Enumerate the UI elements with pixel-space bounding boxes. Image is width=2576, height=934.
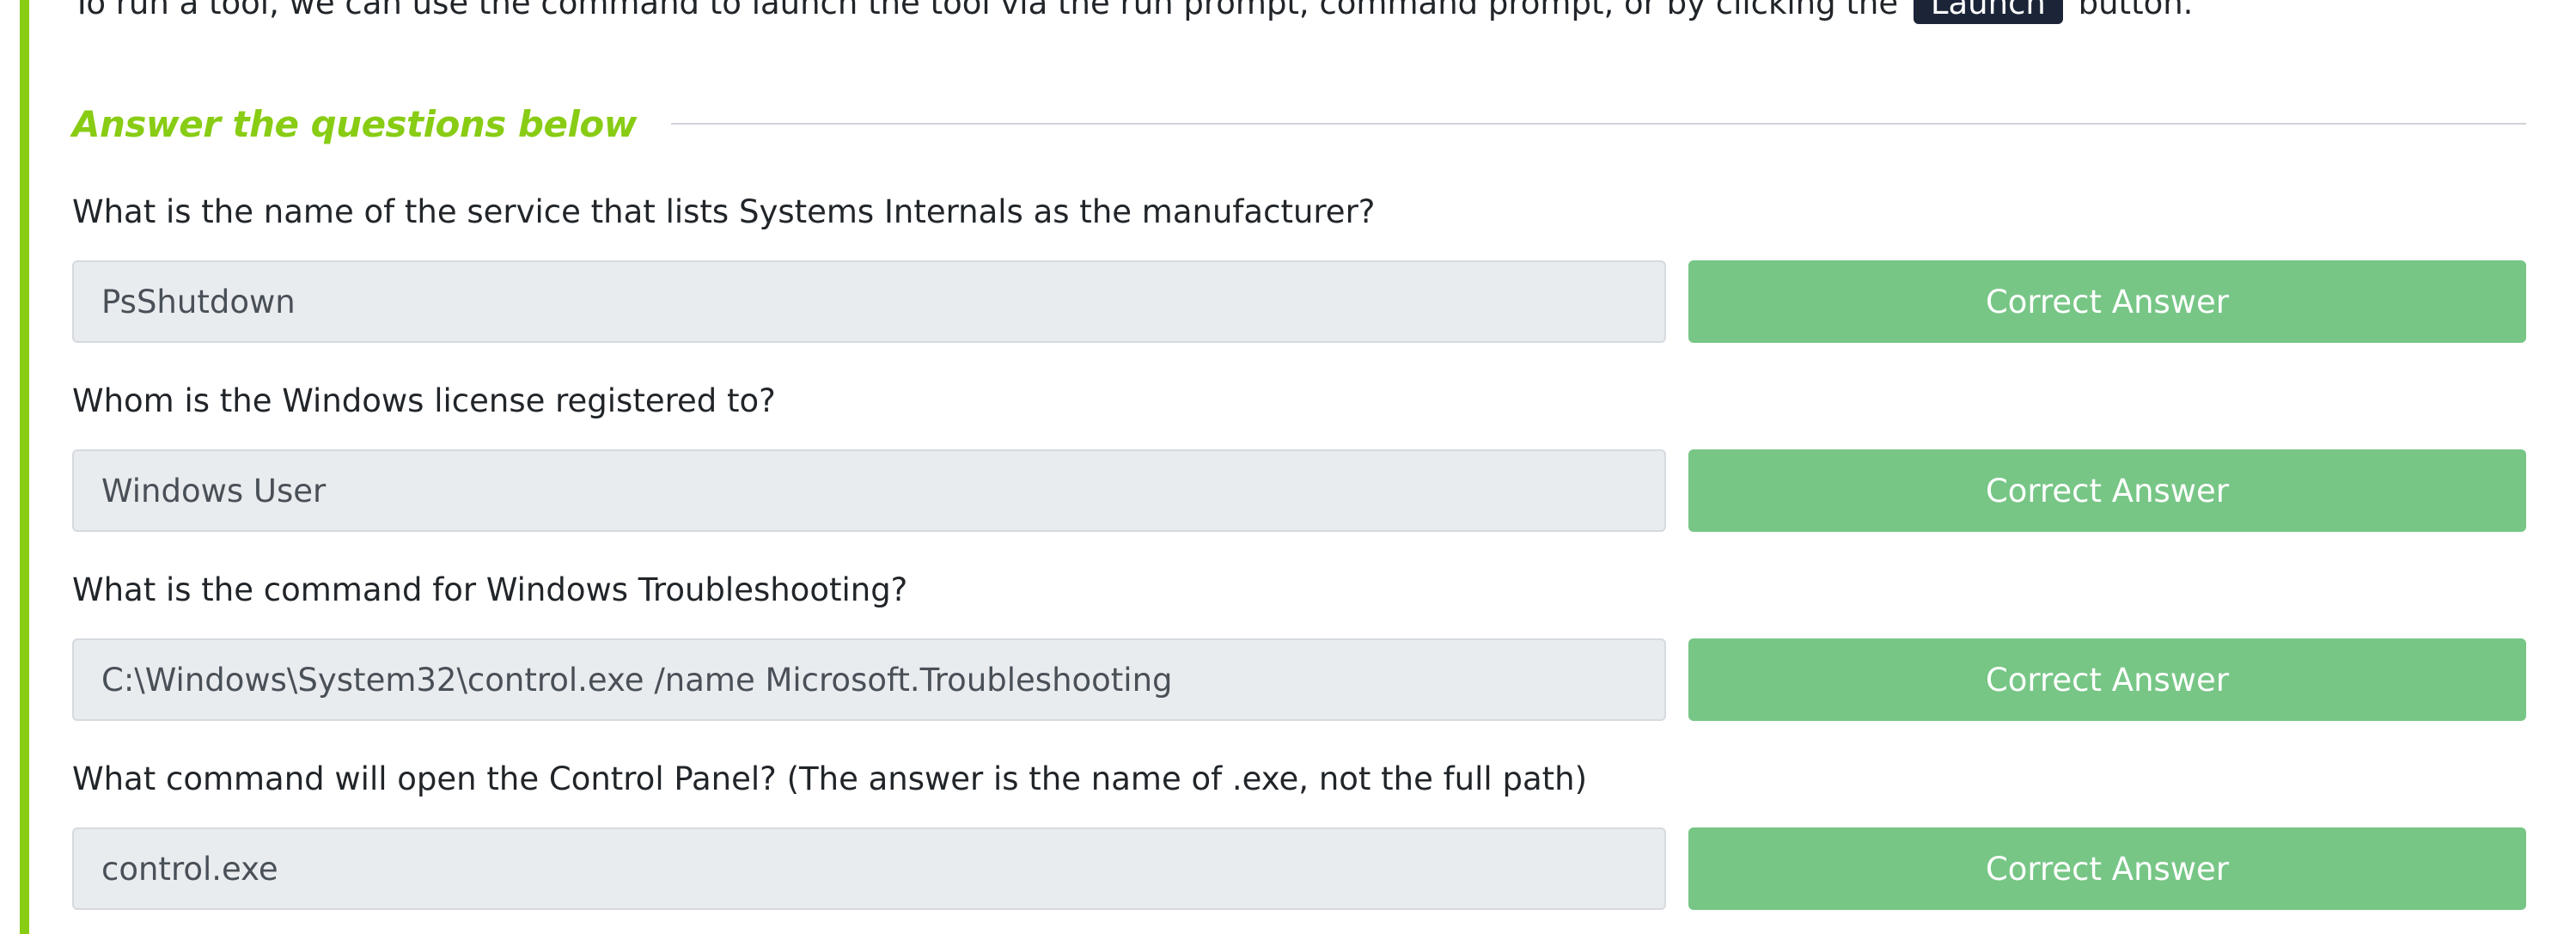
answer-3-field[interactable]: C:\Windows\System32\control.exe /name Mi… — [72, 638, 1666, 721]
launch-key-label: Launch — [1913, 0, 2063, 24]
intro-paragraph: To run a tool, we can use the command to… — [72, 0, 2193, 24]
answer-2-field[interactable]: Windows User — [72, 449, 1666, 532]
intro-text-before: To run a tool, we can use the command to… — [72, 0, 1899, 21]
answer-1-correct-button[interactable]: Correct Answer — [1688, 260, 2526, 343]
answer-2-correct-button[interactable]: Correct Answer — [1688, 449, 2526, 532]
task-accent-bar — [20, 0, 29, 934]
section-heading: Answer the questions below — [72, 102, 638, 145]
section-divider — [671, 123, 2526, 125]
question-1-text: What is the name of the service that lis… — [72, 193, 1376, 230]
question-2-text: Whom is the Windows license registered t… — [72, 382, 776, 419]
answer-4-field[interactable]: control.exe — [72, 827, 1666, 910]
intro-text-after: button. — [2078, 0, 2194, 21]
question-3-text: What is the command for Windows Troubles… — [72, 571, 908, 608]
answer-3-correct-button[interactable]: Correct Answer — [1688, 638, 2526, 721]
answer-4-correct-button[interactable]: Correct Answer — [1688, 827, 2526, 910]
question-4-text: What command will open the Control Panel… — [72, 760, 1588, 797]
answer-1-field[interactable]: PsShutdown — [72, 260, 1666, 343]
section-header: Answer the questions below — [72, 96, 2526, 151]
